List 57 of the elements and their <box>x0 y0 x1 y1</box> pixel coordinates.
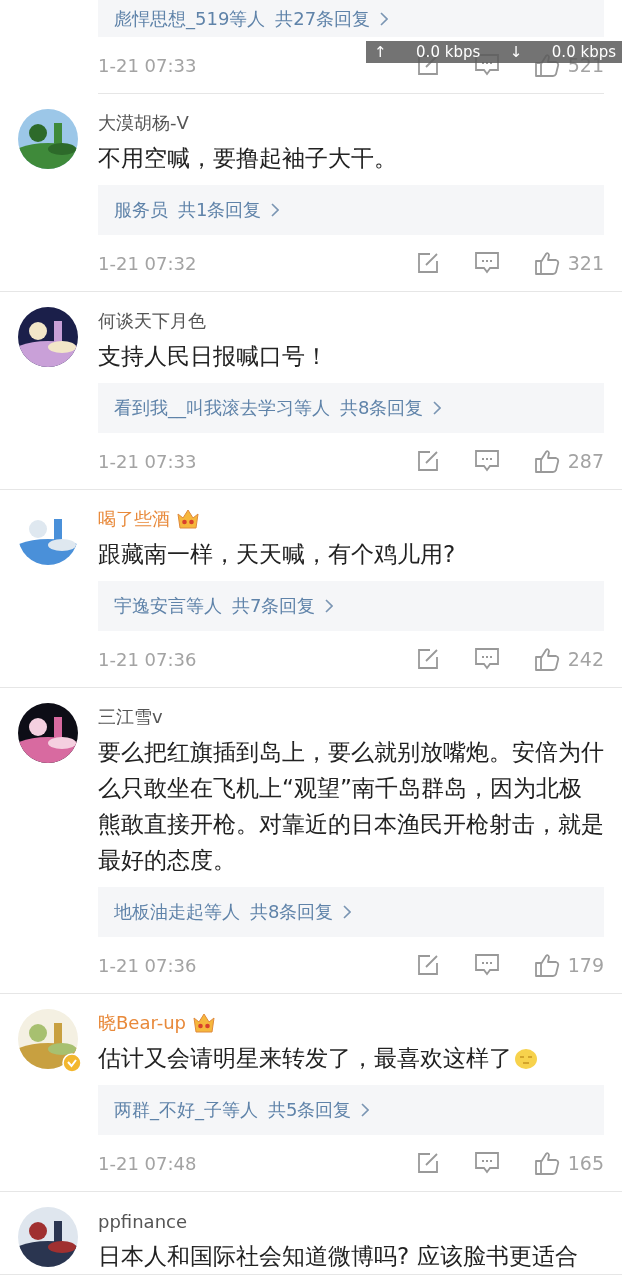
comment-time: 1-21 07:36 <box>98 648 197 670</box>
comment-icon[interactable] <box>473 647 500 671</box>
like-count: 165 <box>567 1152 604 1174</box>
user-name[interactable]: 喝了些酒 <box>98 507 170 531</box>
replies-link[interactable]: 彪悍思想_519等人 共27条回复 <box>98 0 604 37</box>
chevron-icon <box>343 905 352 919</box>
replies-link[interactable]: 服务员 共1条回复 <box>98 185 604 235</box>
thumbs-up-icon[interactable] <box>533 952 560 978</box>
user-name[interactable]: 何谈天下月色 <box>98 309 206 333</box>
share-icon[interactable] <box>415 449 440 473</box>
thumbs-up-icon[interactable] <box>533 448 560 474</box>
comment-text: 要么把红旗插到岛上，要么就别放嘴炮。安倍为什么只敢坐在飞机上“观望”南千岛群岛，因为北极熊敢直接开枪。对靠近的日本渔民开枪射击，就是最好的态度。 <box>98 739 604 873</box>
replies-link[interactable]: 看到我__叫我滚去学习等人 共8条回复 <box>98 383 604 433</box>
chevron-icon <box>325 599 334 613</box>
share-icon[interactable] <box>415 953 440 977</box>
comment-text: 不用空喊，要撸起袖子大干。 <box>98 145 397 171</box>
user-name[interactable]: 晓Bear-up <box>98 1011 187 1035</box>
like-count: 179 <box>567 954 604 976</box>
comment-time: 1-21 07:33 <box>98 54 197 76</box>
comment-icon[interactable] <box>473 1151 500 1175</box>
comment-time: 1-21 07:33 <box>98 450 197 472</box>
crown-badge-icon <box>192 1012 217 1034</box>
replies-link[interactable]: 宇逸安言等人 共7条回复 <box>98 581 604 631</box>
thumbs-up-icon[interactable] <box>533 1150 560 1176</box>
crown-badge-icon <box>176 508 200 530</box>
chevron-icon <box>361 1103 370 1117</box>
like-count: 321 <box>567 252 604 274</box>
download-arrow: ↓ <box>509 43 523 61</box>
comment-icon[interactable] <box>473 953 500 977</box>
share-icon[interactable] <box>415 1151 440 1175</box>
share-icon[interactable] <box>415 251 440 275</box>
replies-link[interactable]: 地板油走起等人 共8条回复 <box>98 887 604 937</box>
comment-text: 支持人民日报喊口号！ <box>98 343 328 369</box>
emoji-icon <box>514 1046 538 1070</box>
upload-speed: 0.0 kbps <box>416 43 481 61</box>
share-icon[interactable] <box>415 647 440 671</box>
user-name[interactable]: 大漠胡杨-V <box>98 111 189 135</box>
comment-text: 日本人和国际社会知道微博吗? 应该脸书更适合 <box>98 1243 578 1269</box>
thumbs-up-icon[interactable] <box>533 250 560 276</box>
user-name[interactable]: ppfinance <box>98 1210 187 1232</box>
chevron-icon <box>433 401 442 415</box>
comment-time: 1-21 07:36 <box>98 954 197 976</box>
comment-icon[interactable] <box>473 449 500 473</box>
comment-icon[interactable] <box>473 251 500 275</box>
verified-badge-icon <box>62 1053 82 1073</box>
like-count: 242 <box>567 648 604 670</box>
thumbs-up-icon[interactable] <box>533 646 560 672</box>
like-count: 287 <box>567 450 604 472</box>
comment-time: 1-21 07:48 <box>98 1152 197 1174</box>
comment-text: 估计又会请明星来转发了，最喜欢这样了 <box>98 1045 512 1071</box>
user-name[interactable]: 三江雪v <box>98 705 163 729</box>
chevron-icon <box>271 203 280 217</box>
comment-time: 1-21 07:32 <box>98 252 197 274</box>
comment-text: 跟藏南一样，天天喊，有个鸡儿用? <box>98 541 456 567</box>
replies-link[interactable]: 两群_不好_子等人 共5条回复 <box>98 1085 604 1135</box>
upload-arrow: ↑ <box>374 43 387 61</box>
chevron-icon <box>380 11 389 26</box>
